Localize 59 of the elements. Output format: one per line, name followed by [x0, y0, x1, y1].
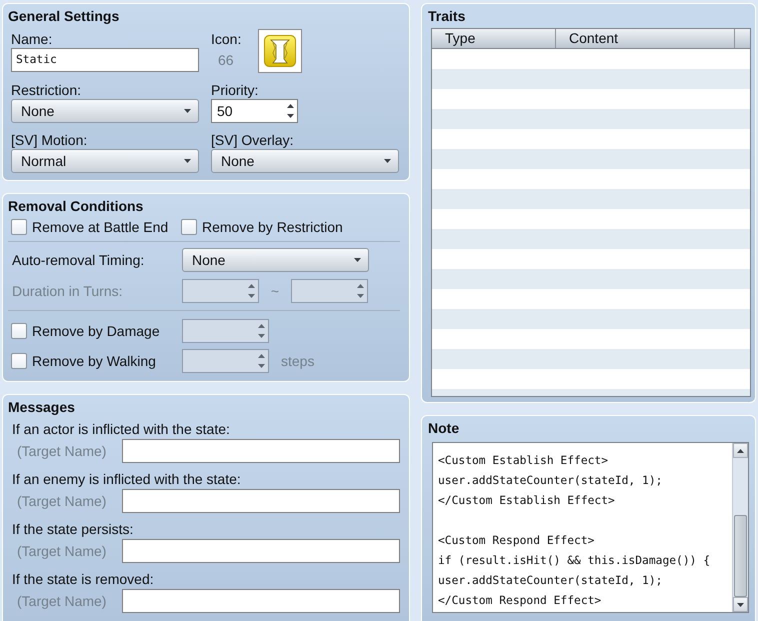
- target-name-label: (Target Name): [17, 542, 106, 558]
- target-name-label: (Target Name): [17, 492, 106, 508]
- caret-up-icon: [737, 448, 744, 452]
- message-field[interactable]: [122, 539, 400, 563]
- caret-down-icon[interactable]: [286, 114, 294, 118]
- checkbox-label[interactable]: Remove at Battle End: [32, 216, 168, 238]
- scrollbar[interactable]: [732, 443, 748, 612]
- checkbox-label[interactable]: Remove by Walking: [32, 350, 156, 372]
- dropdown[interactable]: Normal: [11, 149, 199, 173]
- caret-down-icon: [184, 109, 191, 113]
- caret-down-icon: [184, 159, 191, 163]
- caret-down-icon: [737, 602, 744, 606]
- field-label: Auto-removal Timing:: [12, 252, 144, 268]
- icon-picker-button[interactable]: [258, 29, 302, 73]
- icon-index: 66: [218, 50, 234, 70]
- scroll-up-button[interactable]: [733, 443, 748, 458]
- message-label: If the state persists:: [12, 520, 134, 539]
- dropdown[interactable]: None: [182, 248, 369, 272]
- section-title: Note: [428, 419, 460, 437]
- checkbox[interactable]: [11, 219, 27, 235]
- name-field[interactable]: Static: [11, 48, 199, 72]
- scroll-down-button[interactable]: [733, 597, 748, 612]
- message-field[interactable]: [122, 489, 400, 513]
- dropdown[interactable]: None: [211, 149, 399, 173]
- caret-up-icon[interactable]: [286, 104, 294, 108]
- section-title: Removal Conditions: [8, 197, 144, 215]
- message-label: If an actor is inflicted with the state:: [12, 420, 230, 438]
- target-name-label: (Target Name): [17, 442, 106, 458]
- column-header[interactable]: Content: [556, 29, 735, 48]
- range-separator: ~: [270, 282, 280, 300]
- number-field[interactable]: 50: [211, 99, 298, 123]
- field-label: Restriction:: [11, 80, 82, 100]
- checkbox[interactable]: [11, 353, 27, 369]
- unit-label: steps: [281, 352, 314, 371]
- checkbox-label[interactable]: Remove by Damage: [32, 320, 160, 342]
- scrollbar-thumb[interactable]: [734, 515, 747, 597]
- checkbox-label[interactable]: Remove by Restriction: [202, 216, 343, 238]
- note-field[interactable]: <Custom Establish Effect> user.addStateCounter(stateId, 1); </Custom Establish Effect> <Custom Respond Effect> if (result.isHit() && this.isDamage()) { user.addStateCounter(stateId, 1); </Custom Respond Effect>: [432, 442, 749, 613]
- message-label: If an enemy is inflicted with the state:: [12, 470, 241, 489]
- field-label: [SV] Motion:: [11, 130, 88, 150]
- field-label: [SV] Overlay:: [211, 130, 294, 150]
- field-label: Name:: [11, 30, 52, 48]
- message-label: If the state is removed:: [12, 570, 154, 588]
- checkbox[interactable]: [11, 323, 27, 339]
- section-title: General Settings: [8, 7, 120, 25]
- section-title: Traits: [428, 7, 466, 25]
- field-label: Priority:: [211, 80, 258, 100]
- message-field[interactable]: [122, 589, 400, 613]
- caret-down-icon: [384, 159, 391, 163]
- field-label: Duration in Turns:: [12, 282, 122, 298]
- checkbox[interactable]: [181, 219, 197, 235]
- section-title: Messages: [8, 398, 75, 416]
- caret-down-icon: [354, 258, 361, 262]
- pillar-icon: [264, 35, 296, 67]
- message-field[interactable]: [122, 439, 400, 463]
- field-label: Icon:: [211, 30, 242, 48]
- column-header[interactable]: Type: [432, 29, 556, 48]
- target-name-label: (Target Name): [17, 592, 106, 608]
- dropdown[interactable]: None: [11, 99, 199, 123]
